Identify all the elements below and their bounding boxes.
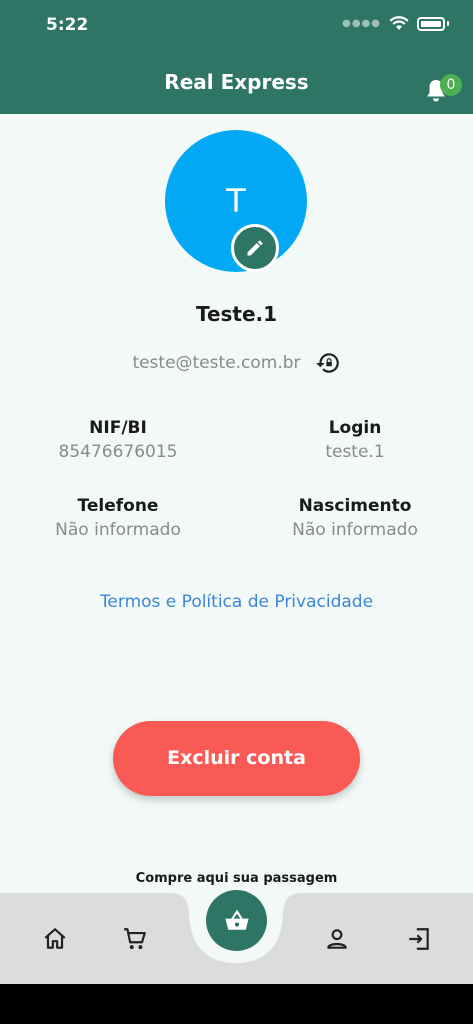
email-row: teste@teste.com.br: [0, 350, 473, 376]
phone-label: Telefone: [77, 496, 159, 516]
nif-value: 85476676015: [58, 442, 178, 462]
battery-icon: [417, 16, 445, 31]
buy-caption: Compre aqui sua passagem: [135, 871, 338, 886]
phone-value: Não informado: [55, 520, 181, 540]
cart-icon[interactable]: [122, 926, 148, 952]
login-label: Login: [328, 418, 382, 438]
notification-badge: 0: [440, 74, 462, 96]
logout-icon[interactable]: [406, 926, 432, 952]
home-icon[interactable]: [42, 926, 68, 952]
terms-link[interactable]: Termos e Política de Privacidade: [0, 592, 473, 612]
nif-label: NIF/BI: [89, 418, 147, 438]
basket-icon: [224, 909, 249, 930]
user-name: Teste.1: [195, 302, 278, 326]
edit-avatar-button[interactable]: [231, 224, 279, 272]
lock-reset-icon[interactable]: [315, 350, 341, 376]
delete-account-button[interactable]: Excluir conta: [113, 721, 360, 796]
user-email: teste@teste.com.br: [132, 353, 301, 373]
signal-icon: ●●●●: [342, 18, 381, 29]
app-header: 5:22 ●●●● Real Express 0: [0, 0, 473, 114]
login-value: teste.1: [325, 442, 385, 462]
phone-block: Telefone Não informado: [18, 496, 218, 540]
pencil-icon: [247, 240, 263, 256]
buy-ticket-button[interactable]: [206, 890, 267, 951]
birth-block: Nascimento Não informado: [255, 496, 455, 540]
birth-value: Não informado: [292, 520, 418, 540]
nif-block: NIF/BI 85476676015: [18, 418, 218, 462]
birth-label: Nascimento: [298, 496, 412, 516]
status-icons: ●●●●: [342, 16, 449, 31]
person-icon[interactable]: [324, 926, 350, 952]
status-time: 5:22: [46, 15, 89, 35]
battery-tip: [447, 21, 449, 26]
wifi-icon: [389, 16, 409, 30]
app-title: Real Express: [164, 70, 309, 94]
login-block: Login teste.1: [255, 418, 455, 462]
profile-screen: 5:22 ●●●● Real Express 0 T Teste.1 teste…: [0, 0, 473, 984]
